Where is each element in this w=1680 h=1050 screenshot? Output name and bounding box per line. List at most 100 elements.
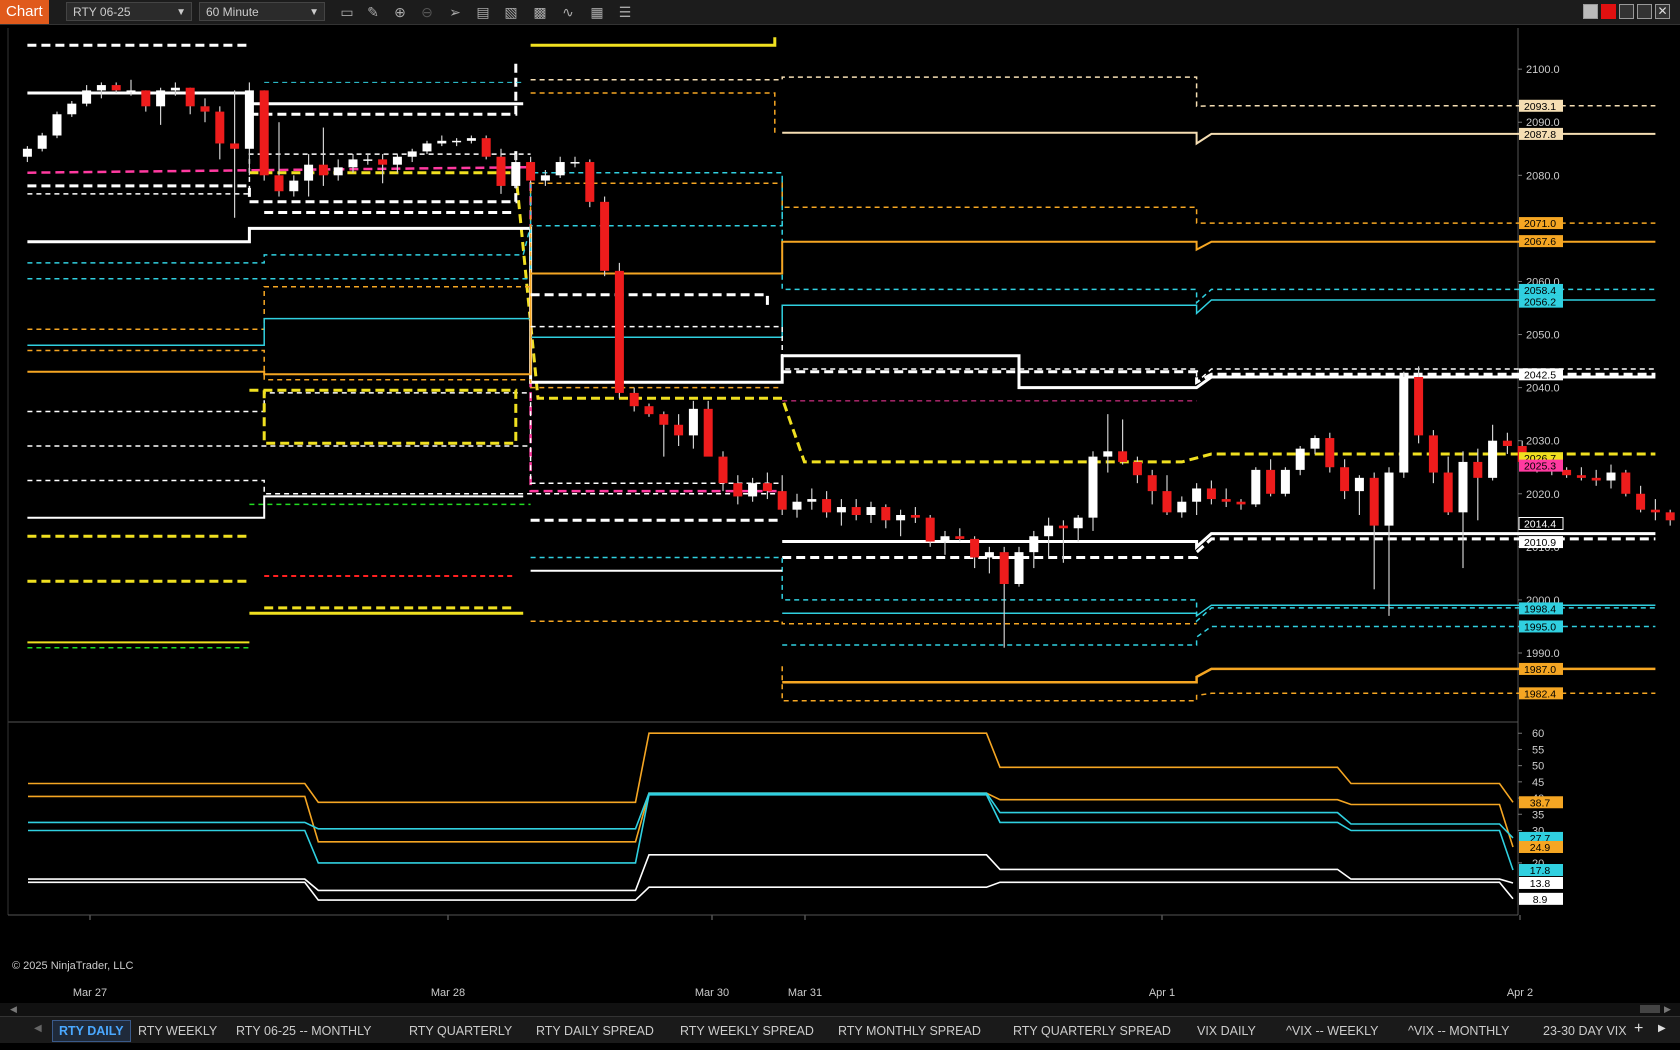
level-line [530,37,777,47]
time-tick-label: Mar 27 [73,987,107,999]
properties-icon[interactable]: ▤ [474,3,492,21]
indicators-icon[interactable]: ∿ [559,3,577,21]
tab-rty-weekly-spread[interactable]: RTY WEEKLY SPREAD [680,1021,814,1041]
candle-body [1177,501,1187,513]
candle-body [1310,438,1320,449]
candle-body [496,156,506,186]
vix-tick-label: 50 [1532,761,1544,773]
interval-value: 60 Minute [206,5,259,19]
chart-window-badge[interactable]: Chart [0,0,49,24]
chart-panel[interactable]: 605550454035302038.727.724.917.813.88.9 … [0,25,1680,1003]
level-line [530,556,1656,623]
tab-bar: ◀ RTY DAILY RTY WEEKLY RTY 06-25 -- MONTHL… [0,1016,1680,1043]
tab-23-30-day-vix[interactable]: 23-30 DAY VIX [1543,1021,1627,1041]
candle-body [407,151,417,157]
level-line [27,392,783,484]
data-box-icon[interactable]: ▩ [531,3,549,21]
scroll-right-icon[interactable]: ▶ [1664,1005,1671,1014]
tab-rty-quarterly-spread[interactable]: RTY QUARTERLY SPREAD [1013,1021,1171,1041]
tab-rty-06-25-monthly[interactable]: RTY 06-25 -- MONTHLY [236,1021,371,1041]
strategies-icon[interactable]: ▦ [588,3,606,21]
snap-icon[interactable] [1583,4,1598,19]
level-line [530,92,776,133]
candle-body [1236,501,1246,505]
interval-selector[interactable]: 60 Minute ▼ [199,2,325,21]
vix-series-line [28,732,1514,804]
candle-body [1473,461,1483,478]
candle-body [1354,477,1364,492]
bar-type-icon[interactable]: ▭ [338,3,356,21]
price-tick-label: 1990.0 [1526,648,1560,660]
close-icon[interactable]: ✕ [1655,4,1670,19]
candle-body [540,175,550,181]
level-line [530,620,1197,625]
candle-body [674,424,684,436]
vix-series-line [28,881,1514,901]
vix-series-line [28,853,1514,892]
candle-body [1458,461,1468,513]
scroll-thumb[interactable] [1640,1005,1660,1013]
add-tab-button[interactable]: + [1634,1020,1643,1038]
zoom-out-icon[interactable]: ⊖ [418,3,436,21]
level-line [27,299,1656,346]
price-marker-label: 1982.4 [1524,688,1556,700]
vix-tick-label: 45 [1532,777,1544,789]
candle-body [126,90,136,92]
vix-marker-label: 13.8 [1530,878,1551,890]
tab-vix-daily[interactable]: VIX DAILY [1197,1021,1256,1041]
candle-body [585,162,595,202]
link-color-icon[interactable] [1601,4,1616,19]
price-tick-label: 2100.0 [1526,64,1560,76]
list-icon[interactable]: ☰ [616,3,634,21]
price-tick-label: 2040.0 [1526,383,1560,395]
scroll-left-icon[interactable]: ◀ [10,1005,17,1014]
tab-vix-weekly[interactable]: ^VIX -- WEEKLY [1286,1021,1378,1041]
restore-icon[interactable] [1637,4,1652,19]
candle-body [156,90,166,107]
price-tick-label: 2020.0 [1526,489,1560,501]
draw-pencil-icon[interactable]: ✎ [364,3,382,21]
tab-scroll-left-icon[interactable]: ◀ [34,1023,42,1034]
zoom-in-icon[interactable]: ⊕ [391,3,409,21]
candle-body [67,103,77,115]
candle-body [1428,435,1438,473]
candle-body [111,85,121,91]
templates-icon[interactable]: ▧ [502,3,520,21]
level-line [27,171,1656,305]
price-tick-label: 2090.0 [1526,117,1560,129]
pointer-icon[interactable]: ➢ [446,3,464,21]
candle-body [185,87,195,107]
horizontal-scrollbar[interactable]: ◀ ▶ [0,1003,1680,1016]
candle-body [230,143,240,149]
minimize-icon[interactable] [1619,4,1634,19]
candle-body [1606,472,1616,481]
price-marker-label: 2093.1 [1524,101,1556,113]
tab-rty-daily-spread[interactable]: RTY DAILY SPREAD [536,1021,654,1041]
candle-body [1636,493,1646,510]
candle-body [1488,440,1498,478]
candle-body [748,483,758,497]
tab-rty-daily[interactable]: RTY DAILY [52,1020,131,1042]
vix-marker-label: 24.9 [1530,842,1551,854]
candle-body [659,414,669,425]
level-line [530,293,769,308]
tab-rty-monthly-spread[interactable]: RTY MONTHLY SPREAD [838,1021,981,1041]
price-marker-label: 2058.4 [1524,285,1556,297]
candle-body [955,536,965,539]
candle-body [1562,469,1572,476]
candle-body [1414,377,1424,436]
candle-body [1073,517,1083,529]
candle-body [1206,488,1216,500]
price-marker-label: 2067.6 [1524,236,1556,248]
candle-body [318,164,328,176]
tab-vix-monthly[interactable]: ^VIX -- MONTHLY [1408,1021,1509,1041]
price-tick-label: 2030.0 [1526,436,1560,448]
price-axis: 2100.02090.02080.02060.02050.02040.02030… [1518,64,1560,660]
tab-scroll-right-icon[interactable]: ▶ [1658,1023,1666,1034]
candle-body [718,456,728,484]
candle-body [1044,525,1054,537]
price-marker-label: 2014.4 [1524,518,1556,530]
tab-rty-quarterly[interactable]: RTY QUARTERLY [409,1021,512,1041]
tab-rty-weekly[interactable]: RTY WEEKLY [138,1021,217,1041]
instrument-selector[interactable]: RTY 06-25 ▼ [66,2,192,21]
